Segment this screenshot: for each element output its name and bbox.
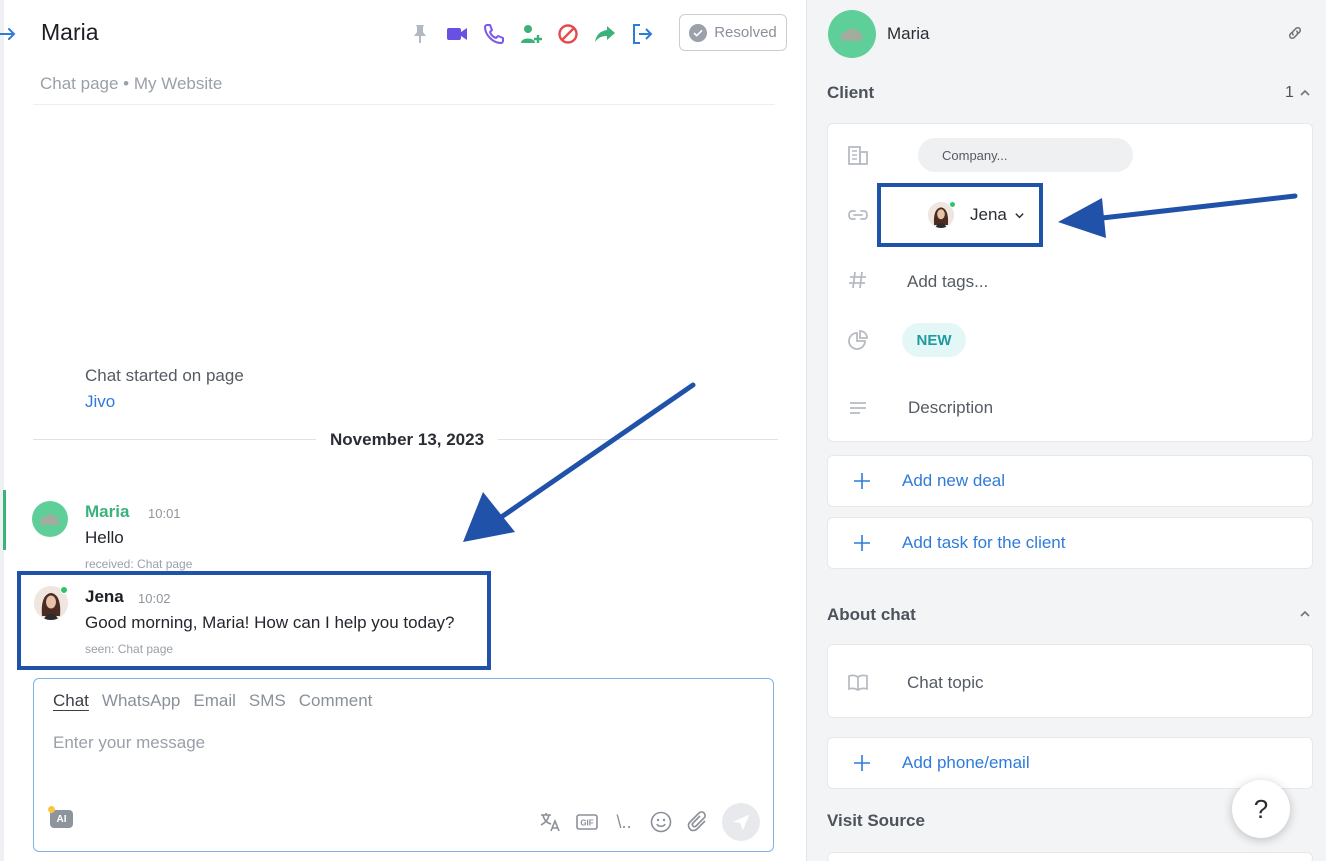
chat-started-label: Chat started on page: [85, 366, 244, 385]
gif-label: GIF: [580, 819, 593, 828]
assigned-agent-name: Jena: [970, 205, 1007, 224]
tab-whatsapp[interactable]: WhatsApp: [102, 691, 180, 711]
description-field[interactable]: Description: [908, 398, 993, 418]
add-contact-button[interactable]: Add phone/email: [827, 737, 1313, 789]
building-icon: [847, 144, 869, 166]
resolved-button[interactable]: Resolved: [679, 14, 787, 51]
resolved-label: Resolved: [714, 24, 777, 41]
chat-subtitle: Chat page • My Website: [40, 74, 223, 93]
client-avatar: [32, 501, 68, 537]
send-button[interactable]: [722, 803, 760, 841]
message-status: received: Chat page: [85, 557, 193, 571]
add-deal-button[interactable]: Add new deal: [827, 455, 1313, 507]
left-edge: [0, 0, 4, 861]
client-name: Maria: [887, 24, 930, 43]
block-icon[interactable]: [556, 22, 580, 46]
sparkle-icon: [48, 806, 55, 813]
online-status-dot: [60, 586, 68, 594]
tab-comment[interactable]: Comment: [299, 691, 373, 711]
client-sidebar: Maria Client 1 Company... Jena Add tags.…: [806, 0, 1326, 861]
snippets-button[interactable]: \..: [611, 809, 637, 835]
chat-topic-card[interactable]: Chat topic: [827, 644, 1313, 718]
phone-icon[interactable]: [482, 22, 506, 46]
tab-email[interactable]: Email: [193, 691, 236, 711]
chevron-up-icon[interactable]: [1299, 607, 1311, 619]
link-icon[interactable]: [1284, 22, 1306, 44]
translate-icon[interactable]: [537, 809, 563, 835]
add-task-label: Add task for the client: [902, 533, 1066, 552]
tab-sms[interactable]: SMS: [249, 691, 286, 711]
add-user-icon[interactable]: [519, 22, 543, 46]
message-time: 10:01: [148, 506, 181, 521]
gif-button[interactable]: GIF: [574, 809, 600, 835]
unread-indicator: [3, 490, 6, 550]
visit-source-section-title: Visit Source: [827, 811, 925, 830]
client-count: 1: [1285, 84, 1294, 101]
agent-avatar: [928, 201, 956, 228]
message-text: Good morning, Maria! How can I help you …: [85, 613, 455, 632]
leave-chat-icon[interactable]: [630, 22, 654, 46]
add-contact-label: Add phone/email: [902, 753, 1030, 772]
help-button[interactable]: ?: [1232, 780, 1290, 838]
ai-assistant-button[interactable]: AI: [48, 806, 73, 828]
hashtag-icon: [847, 269, 869, 291]
plus-icon: [854, 755, 870, 771]
chat-pane: Maria Resolved Chat page • My Website Ch…: [0, 0, 806, 861]
attachment-icon[interactable]: [685, 809, 711, 835]
message-status: seen: Chat page: [85, 642, 174, 656]
emoji-icon[interactable]: [648, 809, 674, 835]
plus-icon: [854, 473, 870, 489]
chat-started-link[interactable]: Jivo: [85, 392, 115, 412]
date-separator: November 13, 2023: [316, 430, 499, 450]
message-composer: Chat WhatsApp Email SMS Comment AI GIF \…: [33, 678, 774, 852]
chat-title: Maria: [41, 19, 99, 45]
chevron-down-icon: [1015, 212, 1024, 218]
chat-topic-field: Chat topic: [907, 673, 984, 692]
company-field[interactable]: Company...: [918, 138, 1133, 172]
online-status-dot: [949, 201, 956, 208]
cloud-icon: [39, 514, 60, 525]
message-time: 10:02: [138, 591, 171, 606]
add-task-button[interactable]: Add task for the client: [827, 517, 1313, 569]
pie-chart-icon: [847, 329, 869, 351]
tags-field[interactable]: Add tags...: [907, 272, 988, 292]
book-icon: [847, 671, 869, 693]
agent-avatar: [34, 586, 68, 620]
status-badge[interactable]: NEW: [902, 323, 966, 357]
assigned-agent-select[interactable]: Jena: [903, 187, 1053, 243]
check-circle-icon: [689, 23, 708, 42]
plus-icon: [854, 535, 870, 551]
link-icon: [847, 204, 869, 226]
chevron-up-icon[interactable]: [1299, 86, 1311, 98]
send-icon: [732, 814, 750, 831]
composer-tools: GIF \..: [537, 803, 760, 841]
client-section-title: Client: [827, 83, 875, 102]
pin-icon[interactable]: [408, 22, 432, 46]
channel-tabs: Chat WhatsApp Email SMS Comment: [53, 691, 385, 711]
message-text: Hello: [85, 528, 124, 547]
tab-chat[interactable]: Chat: [53, 691, 89, 711]
message-author: Maria: [85, 502, 130, 521]
ai-label: AI: [56, 813, 67, 825]
visit-source-card: [827, 852, 1313, 861]
collapse-arrow-icon[interactable]: [0, 22, 18, 46]
forward-icon[interactable]: [593, 22, 617, 46]
cloud-icon: [840, 28, 863, 41]
about-chat-section-title: About chat: [827, 605, 916, 624]
message-author: Jena: [85, 587, 124, 606]
description-icon: [847, 397, 869, 419]
chat-toolbar: [408, 20, 667, 48]
video-call-icon[interactable]: [445, 22, 469, 46]
add-deal-label: Add new deal: [902, 471, 1006, 490]
client-avatar: [828, 10, 876, 58]
client-details-card: Company... Jena Add tags... NEW Descript…: [827, 123, 1313, 442]
divider: [33, 104, 775, 105]
message-input[interactable]: [53, 733, 743, 753]
